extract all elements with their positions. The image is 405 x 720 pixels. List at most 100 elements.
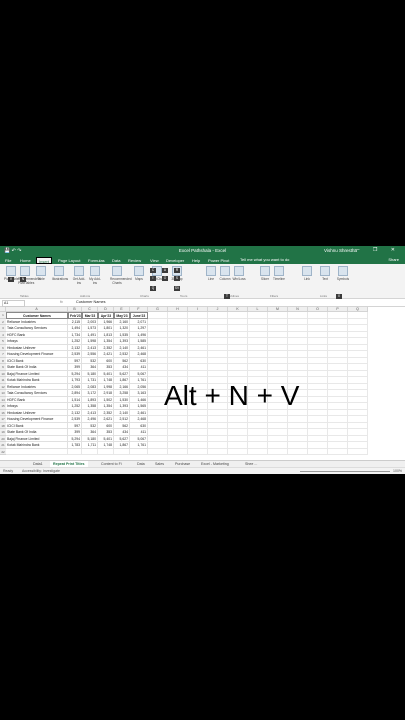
fx-icon[interactable]: fx bbox=[60, 300, 63, 304]
ribbon-table-button[interactable]: Table bbox=[34, 266, 48, 281]
ribbon-button-label: Line bbox=[207, 277, 215, 281]
pivottable-icon bbox=[6, 266, 16, 276]
slicer-icon bbox=[260, 266, 270, 276]
cell-G22[interactable] bbox=[148, 448, 168, 455]
keytip-badge: I bbox=[150, 276, 156, 281]
keytip-badge: S bbox=[174, 276, 180, 281]
ribbon-group-label: Tables bbox=[20, 294, 29, 298]
cell-F22[interactable] bbox=[130, 448, 148, 455]
cell-P22[interactable] bbox=[328, 448, 348, 455]
ribbon-button-label: Table bbox=[37, 277, 45, 281]
ribbon-recommended-pivottables-button[interactable]: Recommended PivotTables bbox=[18, 266, 40, 285]
tab-file[interactable]: File bbox=[3, 257, 13, 264]
ribbon-get-add-ins-button[interactable]: Get Add-ins bbox=[72, 266, 86, 285]
tab-insert[interactable]: Insert bbox=[36, 257, 53, 264]
ribbon-button-label: Column bbox=[219, 277, 231, 281]
cell-B22[interactable] bbox=[68, 448, 82, 455]
ribbon-illustrations-button[interactable]: Illustrations bbox=[52, 266, 69, 281]
ribbon-button-label: Get Add-ins bbox=[72, 277, 86, 285]
ribbon-win-loss-button[interactable]: Win/Loss bbox=[232, 266, 246, 281]
user-name[interactable]: Vishnu Shrestha bbox=[324, 248, 357, 253]
tab-formulas[interactable]: Formulas bbox=[86, 257, 107, 264]
cell-O22[interactable] bbox=[308, 448, 328, 455]
keytip-badge: A bbox=[162, 268, 168, 273]
ribbon-column-button[interactable]: Column bbox=[218, 266, 232, 281]
tab-power-pivot[interactable]: Power Pivot bbox=[206, 257, 231, 264]
timeline-icon bbox=[274, 266, 284, 276]
text-icon bbox=[320, 266, 330, 276]
window-controls[interactable]: — ❐ ✕ bbox=[355, 247, 401, 253]
ribbon-button-label: Maps bbox=[135, 277, 143, 281]
ribbon-button-label: Win/Loss bbox=[232, 277, 246, 281]
cell-I22[interactable] bbox=[188, 448, 208, 455]
title-bar: 💾 ↶ ↷ Excel Pathshala - Excel Vishnu Shr… bbox=[0, 246, 405, 256]
ribbon-my-add-ins-button[interactable]: My Add-ins bbox=[88, 266, 102, 285]
keytip-badge: N bbox=[20, 277, 26, 282]
shortcut-caption: Alt + N + V bbox=[164, 380, 300, 411]
cell-Q22[interactable] bbox=[348, 448, 368, 455]
ribbon-line-button[interactable]: Line bbox=[204, 266, 218, 281]
tell-me-search[interactable]: Tell me what you want to do bbox=[240, 257, 289, 262]
cell-K22[interactable] bbox=[228, 448, 248, 455]
status-bar: Ready Accessibility: Investigate 100% bbox=[0, 467, 405, 474]
ribbon-slicer-button[interactable]: Slicer bbox=[258, 266, 272, 281]
ribbon-recommended-charts-button[interactable]: Recommended Charts bbox=[110, 266, 132, 285]
ribbon-button-label: Illustrations bbox=[52, 277, 69, 281]
zoom-slider[interactable] bbox=[300, 471, 390, 472]
ribbon-button-label: Text bbox=[322, 277, 328, 281]
maps-icon bbox=[134, 266, 144, 276]
accessibility-status[interactable]: Accessibility: Investigate bbox=[22, 469, 60, 473]
cell-E22[interactable] bbox=[114, 448, 130, 455]
formula-bar: A1 fx Customer Names bbox=[0, 299, 405, 307]
link-icon bbox=[302, 266, 312, 276]
cell-N22[interactable] bbox=[288, 448, 308, 455]
cell-A22[interactable] bbox=[6, 448, 68, 455]
tab-view[interactable]: View bbox=[148, 257, 161, 264]
symbols-icon bbox=[338, 266, 348, 276]
ribbon-group-label: Links bbox=[320, 294, 328, 298]
cell-D22[interactable] bbox=[98, 448, 114, 455]
share-button[interactable]: Share bbox=[388, 257, 399, 262]
ribbon-timeline-button[interactable]: Timeline bbox=[272, 266, 286, 281]
ribbon-button-label: Timeline bbox=[273, 277, 285, 281]
illustrations-icon bbox=[54, 266, 64, 276]
tab-data[interactable]: Data bbox=[110, 257, 122, 264]
keytip-badge: O bbox=[162, 276, 168, 281]
ribbon-button-label: Link bbox=[304, 277, 310, 281]
recommended-charts-icon bbox=[112, 266, 122, 276]
my-add-ins-icon bbox=[90, 266, 100, 276]
ribbon-maps-button[interactable]: Maps bbox=[132, 266, 146, 281]
ribbon-button-label: Recommended Charts bbox=[110, 277, 132, 285]
keytip-badge: SV bbox=[174, 286, 180, 291]
excel-window: 💾 ↶ ↷ Excel Pathshala - Excel Vishnu Shr… bbox=[0, 246, 405, 474]
tab-review[interactable]: Review bbox=[126, 257, 143, 264]
column-icon bbox=[220, 266, 230, 276]
ribbon-button-label: Slicer bbox=[261, 277, 269, 281]
ribbon: PivotTableRecommended PivotTablesTableIl… bbox=[0, 264, 405, 299]
ribbon-group-label: Add-ins bbox=[80, 294, 91, 298]
tab-developer[interactable]: Developer bbox=[164, 257, 186, 264]
ribbon-text-button[interactable]: Text bbox=[318, 266, 332, 281]
tab-help[interactable]: Help bbox=[190, 257, 202, 264]
name-box[interactable]: A1 bbox=[2, 300, 25, 307]
tab-home[interactable]: Home bbox=[18, 257, 33, 264]
ribbon-link-button[interactable]: Link bbox=[300, 266, 314, 281]
ribbon-button-label: Symbols bbox=[336, 277, 350, 281]
zoom-level[interactable]: 100% bbox=[393, 469, 402, 473]
win-loss-icon bbox=[234, 266, 244, 276]
keytip-badge: V bbox=[8, 277, 14, 282]
line-icon bbox=[206, 266, 216, 276]
keytip-badge: C bbox=[150, 268, 156, 273]
keytip-badge: Q bbox=[150, 286, 156, 291]
cell-M22[interactable] bbox=[268, 448, 288, 455]
get-add-ins-icon bbox=[74, 266, 84, 276]
cell-L22[interactable] bbox=[248, 448, 268, 455]
ribbon-group-label: Charts bbox=[140, 294, 149, 298]
tab-page-layout[interactable]: Page Layout bbox=[56, 257, 82, 264]
cell-J22[interactable] bbox=[208, 448, 228, 455]
ribbon-symbols-button[interactable]: Symbols bbox=[336, 266, 350, 281]
status-ready: Ready bbox=[3, 469, 14, 473]
cell-H22[interactable] bbox=[168, 448, 188, 455]
formula-input[interactable]: Customer Names bbox=[76, 300, 106, 304]
cell-C22[interactable] bbox=[82, 448, 98, 455]
